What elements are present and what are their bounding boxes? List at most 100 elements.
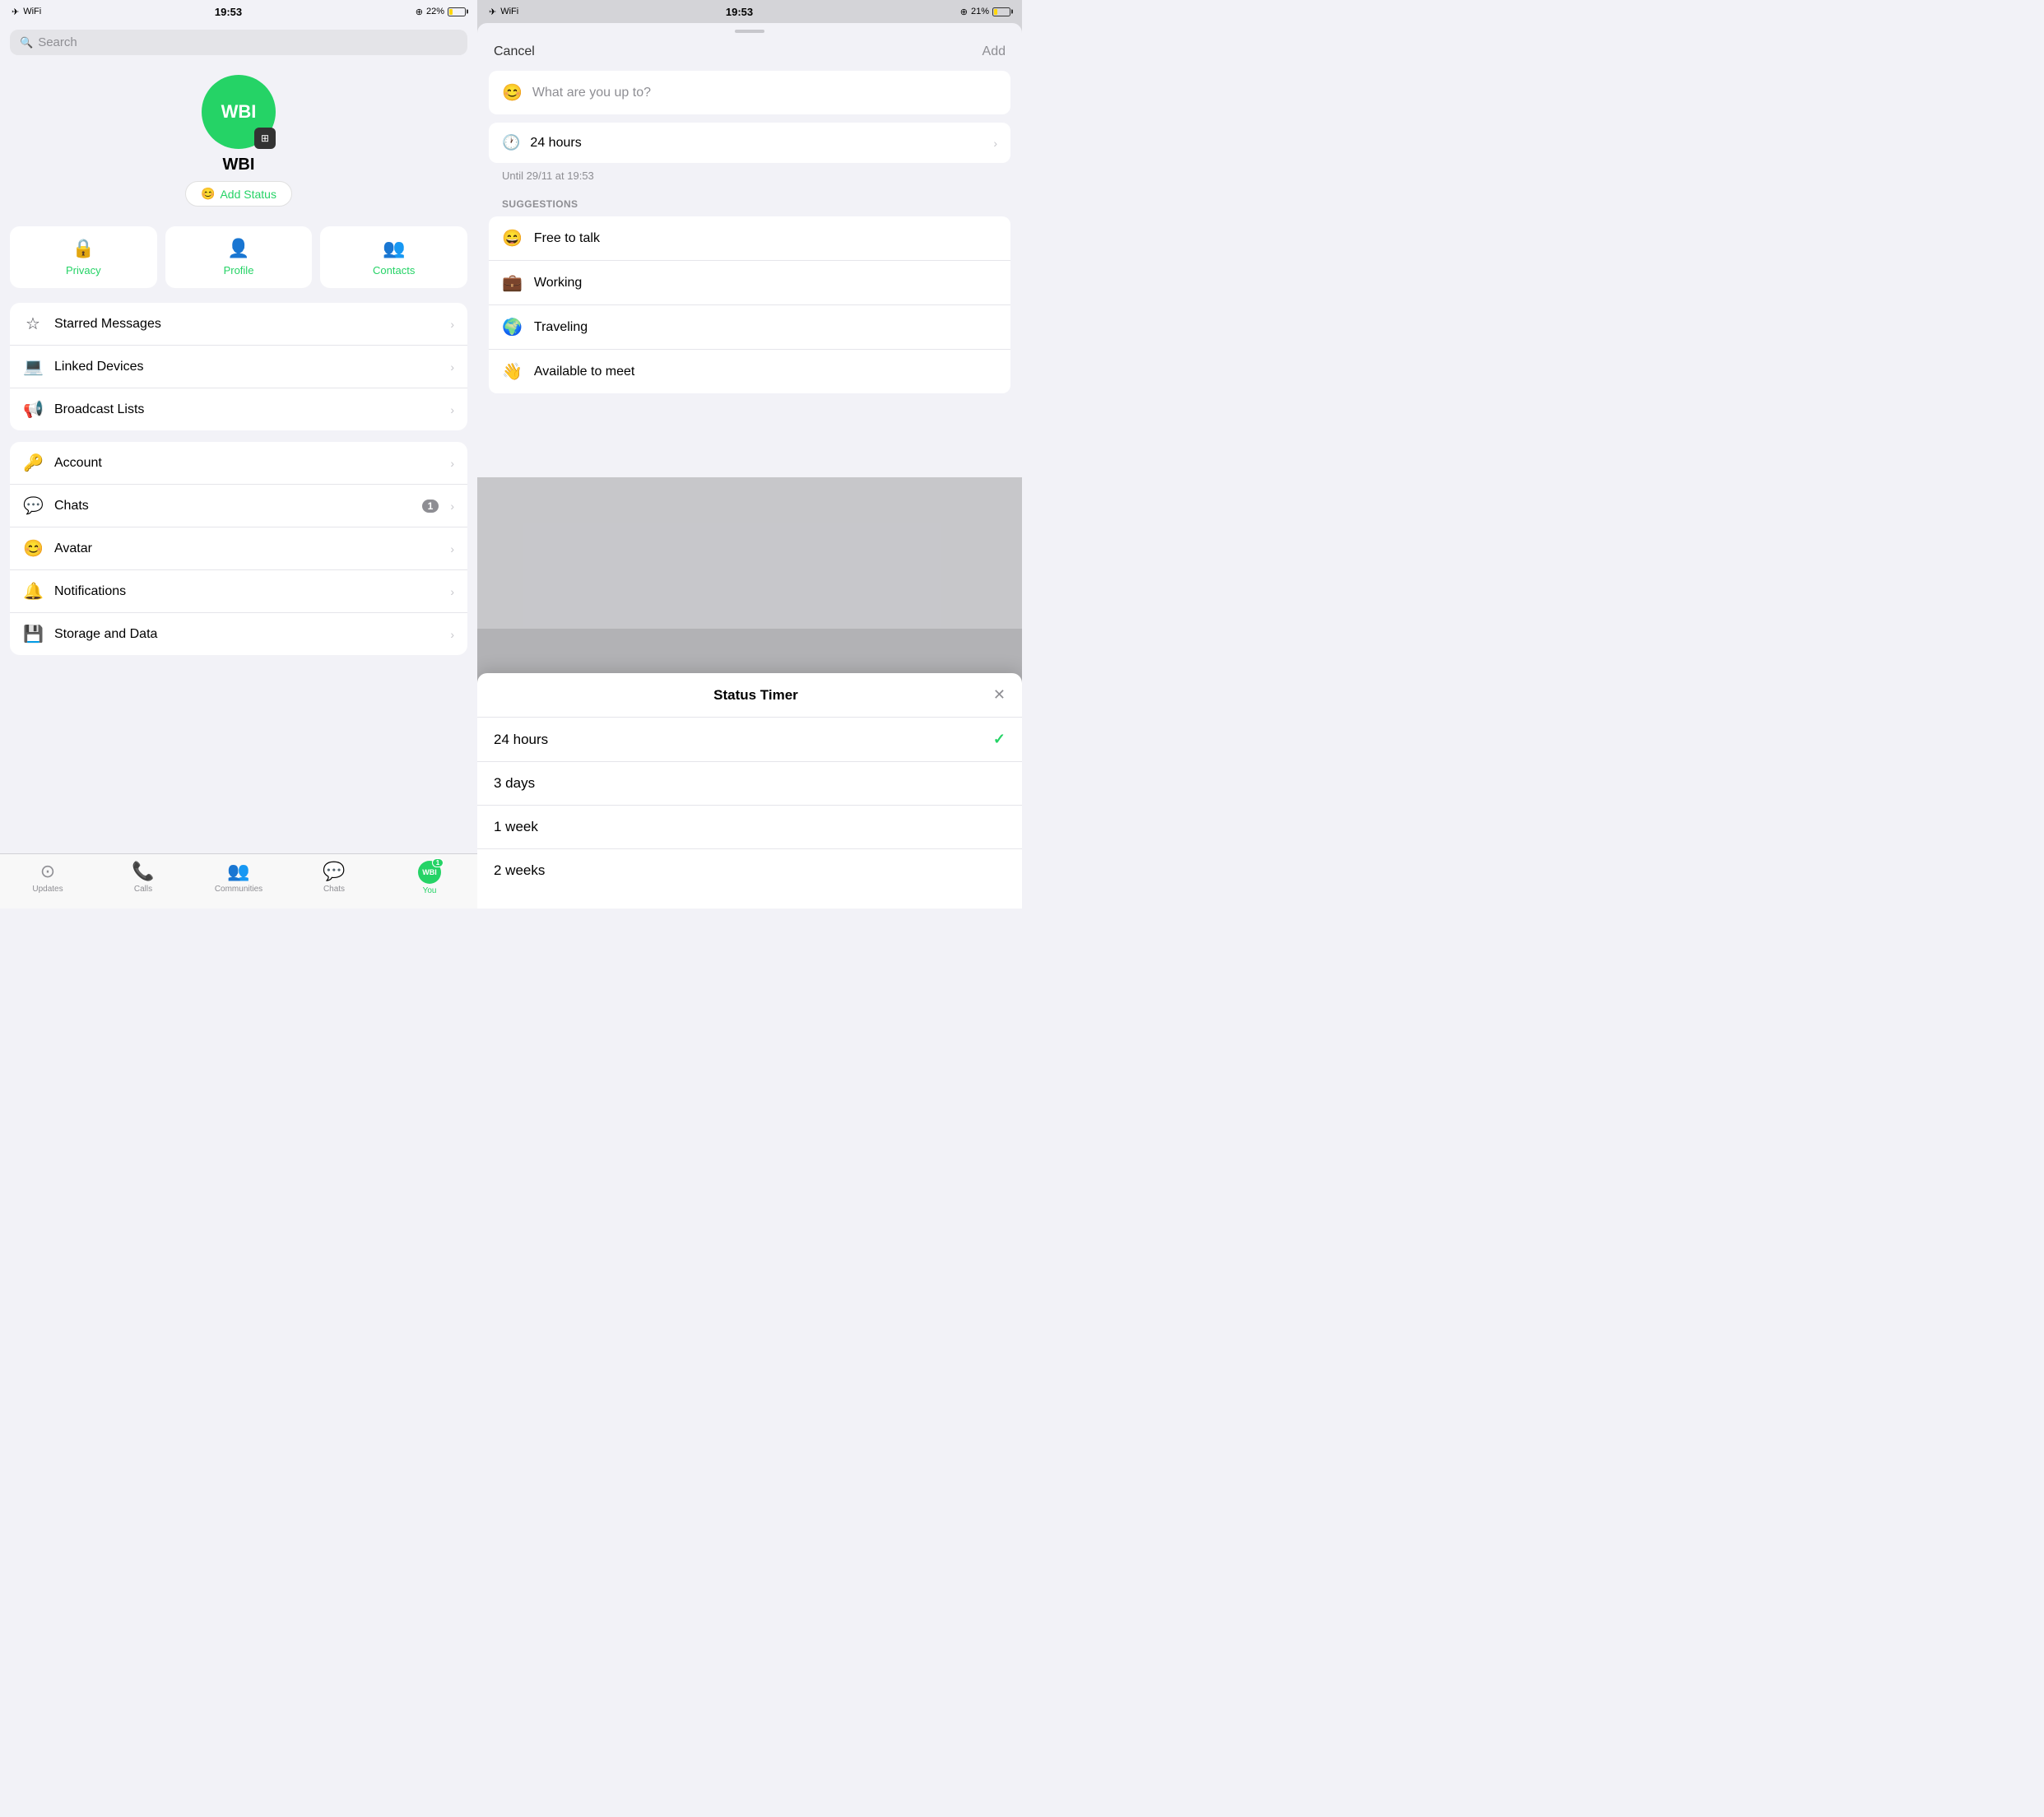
qr-icon: ⊞ xyxy=(261,132,269,144)
storage-item[interactable]: 💾 Storage and Data › xyxy=(10,613,467,655)
option-3days-label: 3 days xyxy=(494,775,535,792)
battery-icon xyxy=(448,7,466,16)
suggestion-available[interactable]: 👋 Available to meet xyxy=(489,350,1010,393)
timer-modal-header: Status Timer ✕ xyxy=(477,673,1022,718)
option-2weeks[interactable]: 2 weeks xyxy=(477,849,1022,892)
you-badge: 1 xyxy=(432,858,444,867)
qr-badge[interactable]: ⊞ xyxy=(254,128,276,149)
chats-label: Chats xyxy=(54,499,411,514)
status-input-row[interactable]: 😊 What are you up to? xyxy=(489,71,1010,114)
chevron-icon-6: › xyxy=(450,542,454,555)
right-sb-left: ✈ WiFi xyxy=(489,7,518,17)
add-button[interactable]: Add xyxy=(983,44,1006,59)
starred-messages-label: Starred Messages xyxy=(54,317,439,332)
airplane-icon-right: ✈ xyxy=(489,7,496,17)
right-status-bar: ✈ WiFi 19:53 ⊕ 21% xyxy=(477,0,1022,23)
smiley-icon: 😊 xyxy=(201,187,215,201)
megaphone-icon: 📢 xyxy=(23,399,43,420)
starred-messages-item[interactable]: ☆ Starred Messages › xyxy=(10,303,467,346)
chevron-icon-8: › xyxy=(450,628,454,641)
chats-tab-label: Chats xyxy=(323,885,345,894)
chats-item[interactable]: 💬 Chats 1 › xyxy=(10,485,467,527)
location-icon-right: ⊕ xyxy=(960,7,968,17)
notifications-item[interactable]: 🔔 Notifications › xyxy=(10,570,467,613)
option-24hours-label: 24 hours xyxy=(494,732,548,748)
timer-row[interactable]: 🕐 24 hours › xyxy=(489,123,1010,163)
cancel-button[interactable]: Cancel xyxy=(494,44,535,59)
tab-you[interactable]: WBI 1 You xyxy=(382,861,477,895)
avatar-text: WBI xyxy=(221,101,257,123)
broadcast-label: Broadcast Lists xyxy=(54,402,439,417)
tab-calls[interactable]: 📞 Calls xyxy=(95,861,191,895)
clock-icon: 🕐 xyxy=(502,134,520,151)
search-icon: 🔍 xyxy=(20,36,33,49)
menu-group-1: ☆ Starred Messages › 💻 Linked Devices › … xyxy=(10,303,467,430)
account-label: Account xyxy=(54,456,439,471)
option-3days[interactable]: 3 days xyxy=(477,762,1022,806)
phone-icon: 📞 xyxy=(132,861,154,882)
you-avatar: WBI 1 xyxy=(418,861,441,884)
option-1week-label: 1 week xyxy=(494,819,538,835)
working-label: Working xyxy=(534,276,582,290)
status-timer-modal: Status Timer ✕ 24 hours ✓ 3 days 1 week … xyxy=(477,673,1022,908)
privacy-button[interactable]: 🔒 Privacy xyxy=(10,226,157,288)
profile-icon: 👤 xyxy=(227,238,249,259)
option-1week[interactable]: 1 week xyxy=(477,806,1022,849)
tab-updates[interactable]: ⊙ Updates xyxy=(0,861,95,895)
suggestion-free-to-talk[interactable]: 😄 Free to talk xyxy=(489,216,1010,261)
tab-communities[interactable]: 👥 Communities xyxy=(191,861,286,895)
suggestion-traveling[interactable]: 🌍 Traveling xyxy=(489,305,1010,350)
bell-icon: 🔔 xyxy=(23,581,43,602)
avatar-container: WBI ⊞ xyxy=(202,75,276,149)
suggestion-working[interactable]: 💼 Working xyxy=(489,261,1010,305)
calls-label: Calls xyxy=(134,885,152,894)
timer-value: 24 hours xyxy=(530,136,983,151)
right-battery-percent: 21% xyxy=(971,7,989,16)
emoji-wave: 👋 xyxy=(502,361,523,382)
left-panel: ✈ WiFi 19:53 ⊕ 22% 🔍 Search WBI ⊞ WBI 😊 xyxy=(0,0,477,908)
airplane-icon: ✈ xyxy=(12,7,19,17)
checkmark-icon: ✓ xyxy=(993,731,1006,748)
bottom-tab-bar: ⊙ Updates 📞 Calls 👥 Communities 💬 Chats … xyxy=(0,853,477,908)
search-bar[interactable]: 🔍 Search xyxy=(10,30,467,55)
option-24hours[interactable]: 24 hours ✓ xyxy=(477,718,1022,762)
chats-badge: 1 xyxy=(422,500,439,513)
right-panel: ✈ WiFi 19:53 ⊕ 21% Cancel Add 😊 What are… xyxy=(477,0,1022,908)
add-status-button[interactable]: 😊 Add Status xyxy=(185,181,292,207)
privacy-label: Privacy xyxy=(66,264,101,276)
communities-icon: 👥 xyxy=(227,861,249,882)
broadcast-lists-item[interactable]: 📢 Broadcast Lists › xyxy=(10,388,467,430)
profile-button[interactable]: 👤 Profile xyxy=(165,226,313,288)
account-item[interactable]: 🔑 Account › xyxy=(10,442,467,485)
linked-devices-item[interactable]: 💻 Linked Devices › xyxy=(10,346,467,388)
contacts-button[interactable]: 👥 Contacts xyxy=(320,226,467,288)
profile-label: Profile xyxy=(224,264,254,276)
left-status-bar: ✈ WiFi 19:53 ⊕ 22% xyxy=(0,0,477,23)
status-input[interactable]: What are you up to? xyxy=(532,86,997,100)
sheet-header: Cancel Add xyxy=(477,33,1022,71)
you-label: You xyxy=(423,886,437,895)
storage-label: Storage and Data xyxy=(54,627,439,642)
linked-devices-label: Linked Devices xyxy=(54,360,439,374)
contacts-label: Contacts xyxy=(373,264,415,276)
key-icon: 🔑 xyxy=(23,453,43,473)
traveling-label: Traveling xyxy=(534,320,588,335)
lock-icon: 🔒 xyxy=(72,238,95,259)
you-avatar-text: WBI xyxy=(422,868,437,876)
status-bar-left-icons: ✈ WiFi xyxy=(12,7,41,17)
storage-icon: 💾 xyxy=(23,624,43,644)
chevron-icon-5: › xyxy=(450,500,454,513)
laptop-icon: 💻 xyxy=(23,356,43,377)
chat-icon: 💬 xyxy=(23,495,43,516)
close-button[interactable]: ✕ xyxy=(993,686,1006,704)
avatar-label: Avatar xyxy=(54,541,439,556)
avatar-item[interactable]: 😊 Avatar › xyxy=(10,527,467,570)
timer-modal-title: Status Timer xyxy=(713,687,798,704)
notifications-label: Notifications xyxy=(54,584,439,599)
tab-chats[interactable]: 💬 Chats xyxy=(286,861,382,895)
right-time: 19:53 xyxy=(726,6,753,18)
search-placeholder: Search xyxy=(38,35,77,49)
profile-name: WBI xyxy=(223,156,255,174)
option-2weeks-label: 2 weeks xyxy=(494,862,545,879)
chats-tab-icon: 💬 xyxy=(323,861,345,882)
